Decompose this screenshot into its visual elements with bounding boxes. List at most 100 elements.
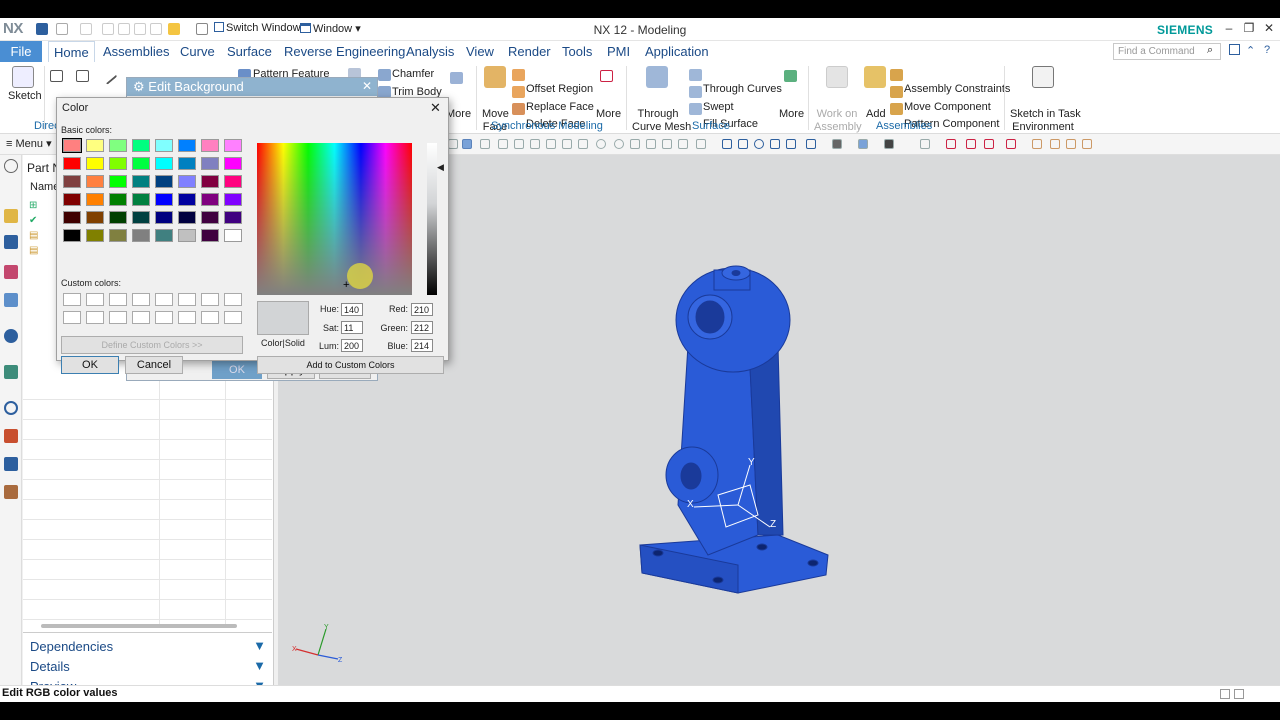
- tab-tools[interactable]: Tools: [557, 41, 597, 62]
- basic-color-swatch[interactable]: [132, 211, 150, 224]
- basic-color-swatch[interactable]: [224, 229, 242, 242]
- history-icon[interactable]: [4, 401, 18, 415]
- add-component-icon[interactable]: [864, 66, 886, 88]
- basic-color-swatch[interactable]: [178, 157, 196, 170]
- basic-color-swatch[interactable]: [62, 138, 82, 153]
- through-curves-icon[interactable]: [689, 69, 702, 81]
- basic-color-swatch[interactable]: [109, 157, 127, 170]
- chamfer-button[interactable]: Chamfer: [392, 68, 434, 80]
- basic-color-swatch[interactable]: [224, 157, 242, 170]
- basic-color-swatch[interactable]: [201, 139, 219, 152]
- process-studio-icon[interactable]: [4, 429, 18, 443]
- select-filter-icon[interactable]: [448, 139, 458, 149]
- custom-color-swatch[interactable]: [63, 311, 81, 324]
- offset-region-button[interactable]: Offset Region: [526, 83, 593, 95]
- custom-color-swatch[interactable]: [132, 293, 150, 306]
- reuse-library-icon[interactable]: [4, 293, 18, 307]
- basic-color-swatch[interactable]: [86, 229, 104, 242]
- add-to-custom-colors-button[interactable]: Add to Custom Colors: [257, 356, 444, 374]
- pattern-component-icon[interactable]: [890, 103, 903, 115]
- edit-object-display-icon[interactable]: [946, 139, 956, 149]
- snap-bounded-grid-icon[interactable]: [646, 139, 656, 149]
- custom-color-swatch[interactable]: [224, 293, 242, 306]
- tab-assemblies[interactable]: Assemblies: [98, 41, 174, 62]
- tab-file[interactable]: File: [0, 41, 42, 62]
- rotate-icon[interactable]: [754, 139, 764, 149]
- custom-color-swatch[interactable]: [109, 311, 127, 324]
- hue-field[interactable]: 140: [341, 303, 363, 316]
- custom-color-swatch[interactable]: [86, 293, 104, 306]
- luminance-arrow-icon[interactable]: ◀: [437, 162, 444, 173]
- assembly-constraints-icon[interactable]: [890, 69, 903, 81]
- color-spectrum[interactable]: +: [257, 143, 412, 295]
- swept-button[interactable]: Swept: [703, 101, 734, 113]
- custom-color-swatch[interactable]: [224, 311, 242, 324]
- roles-icon[interactable]: [4, 485, 18, 499]
- restore-button[interactable]: ❐: [1240, 21, 1258, 35]
- repeat-command-icon[interactable]: [168, 23, 180, 35]
- basic-color-swatch[interactable]: [132, 139, 150, 152]
- snap-on-face-icon[interactable]: [662, 139, 672, 149]
- replace-face-button[interactable]: Replace Face: [526, 101, 594, 113]
- custom-color-swatch[interactable]: [178, 311, 196, 324]
- palettes-icon[interactable]: [4, 365, 18, 379]
- basic-color-swatch[interactable]: [155, 175, 173, 188]
- custom-color-swatch[interactable]: [201, 311, 219, 324]
- find-command-input[interactable]: Find a Command: [1113, 43, 1221, 60]
- offset-region-icon[interactable]: [512, 69, 525, 81]
- feature-tree[interactable]: ⊞ ✔ ▤ ▤: [29, 200, 41, 260]
- model-history-node[interactable]: ⊞: [29, 200, 41, 215]
- basic-color-swatch[interactable]: [86, 157, 104, 170]
- orient-view-icon[interactable]: [806, 139, 816, 149]
- delete-face-icon[interactable]: [512, 103, 525, 115]
- basic-color-swatch[interactable]: [201, 229, 219, 242]
- snap-mid-icon[interactable]: [514, 139, 524, 149]
- basic-color-swatch[interactable]: [109, 193, 127, 206]
- basic-color-swatch[interactable]: [155, 211, 173, 224]
- move-component-button[interactable]: Move Component: [904, 101, 991, 113]
- snap-point-icon[interactable]: [480, 139, 490, 149]
- through-curves-button[interactable]: Through Curves: [703, 83, 782, 95]
- copy-icon[interactable]: [118, 23, 130, 35]
- basic-color-swatch[interactable]: [224, 211, 242, 224]
- basic-color-swatch[interactable]: [132, 157, 150, 170]
- snap-pole-icon[interactable]: [696, 139, 706, 149]
- pan-icon[interactable]: [770, 139, 780, 149]
- basic-color-swatch[interactable]: [224, 139, 242, 152]
- redo-icon[interactable]: [80, 23, 92, 35]
- basic-color-swatch[interactable]: [224, 175, 242, 188]
- work-layer-icon[interactable]: [920, 139, 930, 149]
- basic-color-swatch[interactable]: [63, 229, 81, 242]
- sketch-button[interactable]: Sketch: [8, 90, 42, 102]
- basic-color-swatch[interactable]: [132, 229, 150, 242]
- sketch-in-task-icon[interactable]: [1032, 66, 1054, 88]
- close-icon[interactable]: ✕: [430, 100, 441, 116]
- measure-icon[interactable]: [1006, 139, 1016, 149]
- fill-surface-icon[interactable]: [689, 103, 702, 115]
- ok-button[interactable]: OK: [212, 361, 262, 379]
- close-button[interactable]: ✕: [1260, 21, 1278, 35]
- basic-color-swatch[interactable]: [63, 175, 81, 188]
- replace-face-icon[interactable]: [512, 86, 525, 98]
- custom-color-swatch[interactable]: [155, 311, 173, 324]
- basic-color-swatch[interactable]: [132, 175, 150, 188]
- basic-color-swatch[interactable]: [201, 211, 219, 224]
- manufacturing-wizard-icon[interactable]: [4, 457, 18, 471]
- custom-color-swatch[interactable]: [201, 293, 219, 306]
- tab-application[interactable]: Application: [640, 41, 714, 62]
- more-features-icon[interactable]: [450, 72, 463, 84]
- add-component-button[interactable]: Add: [866, 108, 886, 120]
- tab-reverse-engineering[interactable]: Reverse Engineering: [279, 41, 410, 62]
- invert-shown-hidden-icon[interactable]: [1066, 139, 1076, 149]
- close-icon[interactable]: ✕: [362, 79, 372, 93]
- sketch-in-task-button[interactable]: Sketch in Task Environment: [1010, 108, 1081, 134]
- more-sync-icon[interactable]: [600, 70, 613, 82]
- basic-color-swatch[interactable]: [201, 175, 219, 188]
- basic-color-swatch[interactable]: [109, 229, 127, 242]
- basic-color-swatch[interactable]: [178, 175, 196, 188]
- rendering-style-icon[interactable]: [832, 139, 842, 149]
- dependencies-section[interactable]: Dependencies ▼: [25, 638, 272, 658]
- navigator-settings-icon[interactable]: [4, 159, 18, 173]
- tab-curve[interactable]: Curve: [175, 41, 220, 62]
- basic-color-swatch[interactable]: [86, 211, 104, 224]
